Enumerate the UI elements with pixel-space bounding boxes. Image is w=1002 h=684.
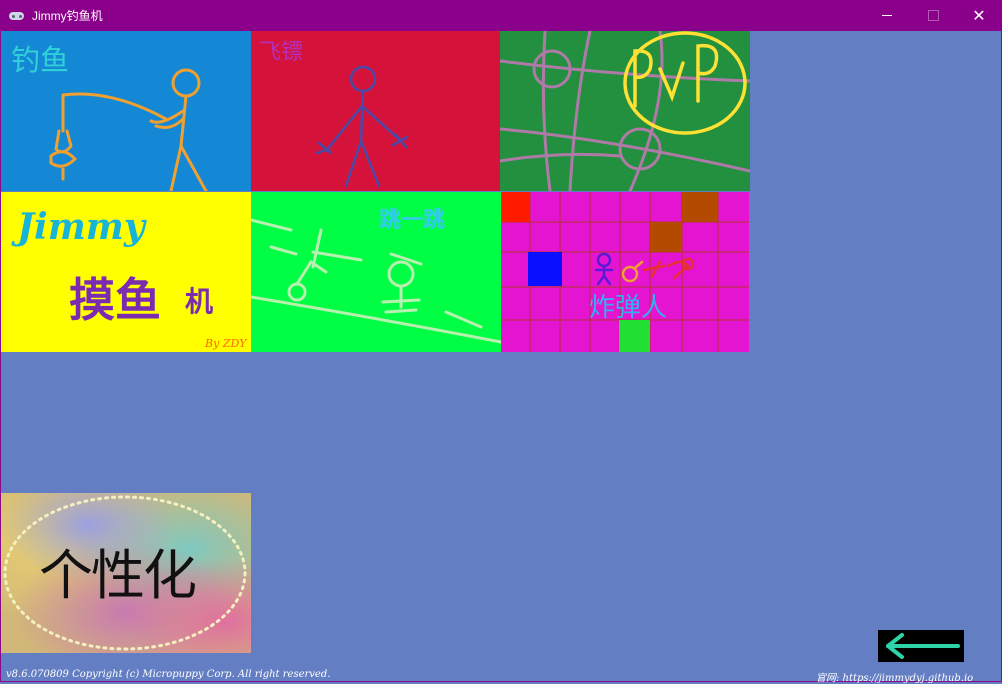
pvp-drawing <box>500 31 750 191</box>
maximize-button[interactable] <box>910 0 956 31</box>
tile-darts[interactable]: 飞镖 <box>251 31 501 191</box>
tile-fishing[interactable]: 钓鱼 <box>1 31 251 191</box>
tile-pvp[interactable] <box>500 31 750 191</box>
bomberman-grid <box>502 192 749 352</box>
tile-customize-label: 个性化 <box>39 544 197 607</box>
close-icon: ✕ <box>972 6 986 25</box>
copyright-text: v8.6.070809 Copyright (c) Micropuppy Cor… <box>6 669 331 680</box>
logo-ji-text: 机 <box>185 285 214 318</box>
tile-jump-label: 跳一跳 <box>379 208 446 233</box>
tile-about-logo[interactable]: Jimmy 摸鱼 机 By ZDY <box>1 192 251 352</box>
minimize-icon <box>882 15 892 16</box>
tile-fishing-label: 钓鱼 <box>11 43 70 77</box>
logo-byline: By ZDY <box>205 337 247 350</box>
tile-darts-label: 飞镖 <box>259 40 304 65</box>
tile-bomberman-label: 炸弹人 <box>589 293 668 323</box>
tile-customize[interactable]: 个性化 <box>1 493 251 653</box>
back-button[interactable] <box>878 630 964 662</box>
logo-jimmy-text: Jimmy <box>17 206 145 248</box>
tile-bomberman[interactable]: 炸弹人 <box>501 192 749 352</box>
close-button[interactable]: ✕ <box>956 0 1002 31</box>
gamepad-icon <box>8 10 26 22</box>
tile-jump[interactable]: 跳一跳 <box>251 192 501 352</box>
window-title: Jimmy钓鱼机 <box>32 9 103 23</box>
maximize-icon <box>927 10 939 21</box>
arrow-left-icon <box>886 633 960 659</box>
logo-moyu-text: 摸鱼 <box>69 273 161 327</box>
minimize-button[interactable] <box>864 0 910 31</box>
jump-drawing <box>251 218 501 344</box>
title-bar: Jimmy钓鱼机 ✕ <box>0 0 1002 31</box>
